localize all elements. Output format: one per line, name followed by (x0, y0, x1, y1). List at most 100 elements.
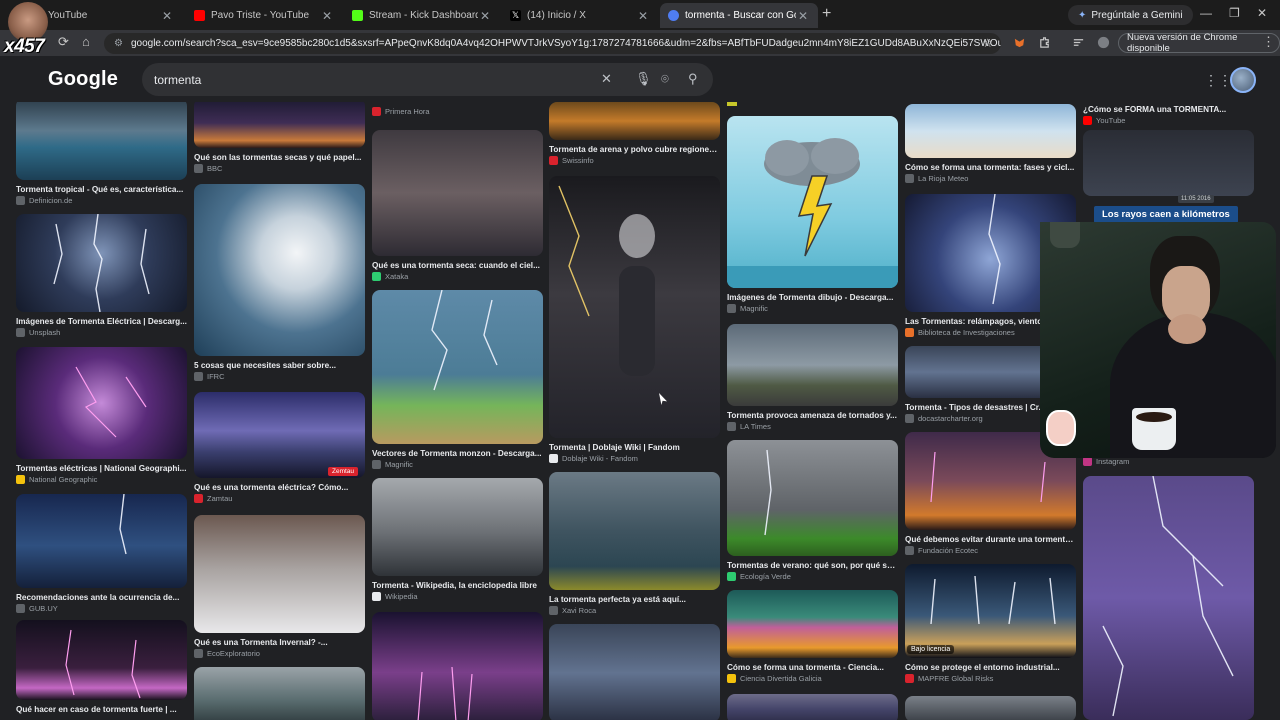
result-source[interactable]: EcoExploratorio (194, 649, 365, 658)
result-card[interactable]: Qué son las tormentas secas y qué papel.… (194, 102, 365, 173)
bookmark-star-icon[interactable]: ☆ (982, 36, 993, 50)
close-icon[interactable]: ✕ (636, 9, 650, 23)
result-image[interactable] (727, 324, 898, 406)
result-image[interactable] (727, 694, 898, 720)
result-title[interactable]: Tormenta de arena y polvo cubre regiones… (549, 144, 720, 155)
result-card[interactable]: 5 cosas que necesites saber sobre... IFR… (194, 184, 365, 381)
result-title[interactable]: Qué es una tormenta eléctrica? Cómo... (194, 482, 365, 493)
close-icon[interactable]: ✕ (478, 9, 492, 23)
result-card[interactable]: Qué es una tormenta eléctrica? Cómo... Z… (194, 392, 365, 503)
result-source[interactable]: Magnific (727, 304, 898, 313)
result-source[interactable]: Primera Hora (372, 107, 543, 116)
result-image[interactable] (194, 184, 365, 356)
result-card[interactable]: ¿Cómo se FORMA una TORMENTA... YouTube (1083, 102, 1254, 125)
tab-x-inicio[interactable]: 𝕏 (14) Inicio / X ✕ (502, 3, 658, 28)
result-card[interactable] (1083, 130, 1254, 196)
result-image[interactable] (1083, 130, 1254, 196)
result-title[interactable]: ¿Cómo se FORMA una TORMENTA... (1083, 104, 1254, 115)
result-card[interactable]: Qué es una tormenta seca: cuando el ciel… (372, 130, 543, 281)
lens-search-icon[interactable]: ⌾ (661, 71, 669, 87)
result-image[interactable] (16, 102, 187, 180)
extension-fox-icon[interactable] (1013, 36, 1026, 49)
result-card[interactable]: Recomendaciones ante la ocurrencia de...… (16, 494, 187, 613)
tab-kick-dashboard[interactable]: Stream - Kick Dashboard ✕ (344, 3, 500, 28)
reading-list-icon[interactable] (1072, 36, 1085, 49)
google-logo[interactable]: Google (48, 68, 118, 91)
result-card[interactable] (194, 667, 365, 720)
result-title[interactable]: Qué debemos evitar durante una tormenta.… (905, 534, 1076, 545)
result-image[interactable] (905, 564, 1076, 658)
result-image[interactable] (372, 478, 543, 576)
result-source[interactable]: La Rioja Meteo (905, 174, 1076, 183)
result-card[interactable] (727, 694, 898, 720)
result-image[interactable] (549, 624, 720, 720)
result-card[interactable]: Cómo se forma una tormenta - Ciencia... … (727, 590, 898, 683)
address-bar[interactable]: ⚙ google.com/search?sca_esv=9ce9585bc280… (104, 33, 1001, 54)
result-source[interactable]: Ciencia Divertida Galicia (727, 674, 898, 683)
account-avatar[interactable] (1230, 67, 1256, 93)
tab-google-search[interactable]: tormenta - Buscar con Google ✕ (660, 3, 818, 28)
result-card[interactable]: Vectores de Tormenta monzon - Descarga..… (372, 290, 543, 469)
result-title[interactable]: Recomendaciones ante la ocurrencia de... (16, 592, 187, 603)
result-image[interactable] (16, 620, 187, 700)
result-source[interactable]: LA Times (727, 422, 898, 431)
result-card[interactable]: Cómo se protege el entorno industrial...… (905, 564, 1076, 683)
result-title[interactable]: Cómo se protege el entorno industrial... (905, 662, 1076, 673)
result-source[interactable]: Unsplash (16, 328, 187, 337)
result-image[interactable] (372, 612, 543, 720)
minimize-icon[interactable]: — (1200, 6, 1212, 20)
result-title[interactable]: Qué son las tormentas secas y qué papel.… (194, 152, 365, 163)
result-title[interactable]: Vectores de Tormenta monzon - Descarga..… (372, 448, 543, 459)
result-card[interactable]: Tormenta | Doblaje Wiki | Fandom Doblaje… (549, 176, 720, 463)
result-title[interactable]: Qué es una Tormenta Invernal? -... (194, 637, 365, 648)
result-title[interactable]: 5 cosas que necesites saber sobre... (194, 360, 365, 371)
result-card[interactable]: Tormentas eléctricas | National Geograph… (16, 347, 187, 484)
maximize-icon[interactable]: ❐ (1229, 6, 1240, 20)
close-icon[interactable]: ✕ (160, 9, 174, 23)
result-image[interactable] (194, 667, 365, 720)
result-image[interactable] (905, 104, 1076, 158)
result-title[interactable]: Qué hacer en caso de tormenta fuerte | .… (16, 704, 187, 715)
result-image[interactable] (727, 116, 898, 288)
kebab-menu-icon[interactable]: ⋮ (1262, 34, 1275, 50)
close-icon[interactable]: ✕ (320, 9, 334, 23)
result-card[interactable]: Tormentas de verano: qué son, por qué se… (727, 440, 898, 581)
search-input[interactable]: tormenta ✕ 🎙 ⌾ ⚲ (142, 63, 713, 96)
result-source[interactable]: Doblaje Wiki - Fandom (549, 454, 720, 463)
result-source[interactable]: National Geographic (16, 475, 187, 484)
result-title[interactable]: Cómo se forma una tormenta: fases y cicl… (905, 162, 1076, 173)
result-source[interactable]: Ecología Verde (727, 572, 898, 581)
reload-icon[interactable]: ⟳ (58, 34, 69, 50)
result-title[interactable]: Tormentas de verano: qué son, por qué se… (727, 560, 898, 571)
home-icon[interactable]: ⌂ (82, 34, 90, 49)
result-image[interactable] (16, 214, 187, 312)
tab-youtube[interactable]: YouTube ✕ (40, 3, 182, 28)
result-title[interactable]: Tormenta - Wikipedia, la enciclopedia li… (372, 580, 543, 591)
result-card[interactable]: Imágenes de Tormenta Eléctrica | Descarg… (16, 214, 187, 337)
result-card[interactable]: Tormenta provoca amenaza de tornados y..… (727, 324, 898, 431)
result-card[interactable] (1083, 476, 1254, 720)
search-icon[interactable]: ⚲ (688, 71, 698, 87)
result-image[interactable] (194, 515, 365, 633)
result-image[interactable] (16, 494, 187, 588)
clear-search-icon[interactable]: ✕ (601, 71, 612, 87)
result-image[interactable] (727, 440, 898, 556)
tab-pavo-triste[interactable]: Pavo Triste - YouTube ✕ (186, 3, 342, 28)
profile-icon[interactable] (1097, 36, 1110, 49)
result-image[interactable] (549, 472, 720, 590)
result-source[interactable]: Fundación Ecotec (905, 546, 1076, 555)
result-title[interactable]: Imágenes de Tormenta Eléctrica | Descarg… (16, 316, 187, 327)
chrome-update-button[interactable]: Nueva versión de Chrome disponible (1118, 32, 1280, 54)
result-source[interactable]: Xavi Roca (549, 606, 720, 615)
close-window-icon[interactable]: ✕ (1257, 6, 1267, 20)
result-source[interactable]: MAPFRE Global Risks (905, 674, 1076, 683)
result-image[interactable] (1083, 476, 1254, 720)
result-image[interactable] (194, 102, 365, 148)
result-card[interactable]: Tormenta de arena y polvo cubre regiones… (549, 102, 720, 165)
result-image[interactable] (372, 130, 543, 256)
result-source[interactable]: Instagram (1083, 457, 1254, 466)
result-image[interactable] (549, 176, 720, 438)
result-card[interactable]: Cómo se forma una tormenta: fases y cicl… (905, 104, 1076, 183)
close-icon[interactable]: ✕ (796, 9, 810, 23)
site-info-icon[interactable]: ⚙ (114, 38, 123, 49)
